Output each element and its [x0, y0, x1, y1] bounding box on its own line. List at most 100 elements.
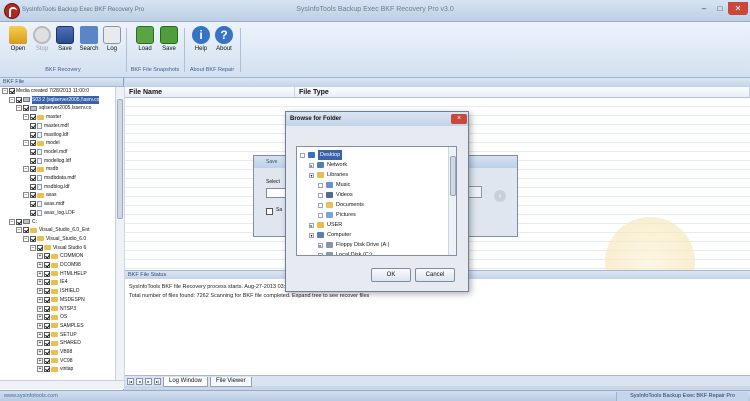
tree-checkbox[interactable] — [16, 96, 22, 103]
tree-node[interactable]: + SETUP — [37, 331, 77, 339]
tree-checkbox[interactable] — [30, 157, 36, 164]
tree-checkbox[interactable] — [30, 192, 36, 199]
tree-checkbox[interactable] — [44, 270, 50, 277]
tree-node[interactable]: mastlog.ldf — [30, 131, 68, 139]
folder-tree-item[interactable]: Music — [318, 180, 350, 190]
expand-toggle-icon[interactable]: + — [37, 366, 43, 373]
folder-tree-item[interactable]: Documents — [318, 200, 364, 210]
folder-tree-item[interactable]: Desktop — [300, 150, 343, 160]
tree-checkbox[interactable] — [30, 148, 36, 155]
tree-checkbox[interactable] — [44, 357, 50, 364]
folder-tree-item[interactable]: ▸ Network — [309, 160, 347, 170]
tree-checkbox[interactable] — [44, 279, 50, 286]
tree-checkbox[interactable] — [44, 314, 50, 321]
tree-checkbox[interactable] — [44, 322, 50, 329]
tree-node[interactable]: + IE4 — [37, 278, 68, 286]
expand-toggle-icon[interactable]: + — [37, 279, 43, 286]
expand-toggle-icon[interactable] — [318, 202, 323, 208]
tree-node[interactable]: + MSDESPN — [37, 296, 85, 304]
stop-button[interactable]: Stop — [30, 26, 54, 52]
tree-checkbox[interactable] — [44, 262, 50, 268]
tree-node[interactable]: msdblog.ldf — [30, 183, 70, 191]
expand-toggle-icon[interactable]: + — [37, 296, 43, 303]
expand-toggle-icon[interactable]: + — [37, 357, 43, 364]
tree-node[interactable]: + DCOM98 — [37, 261, 81, 269]
tree-checkbox[interactable] — [30, 166, 36, 173]
expand-toggle-icon[interactable]: − — [16, 105, 22, 112]
maximize-button[interactable]: □ — [712, 2, 728, 15]
prev-tab-button[interactable]: ◂ — [136, 378, 143, 385]
tree-checkbox[interactable] — [23, 227, 29, 234]
tree-node[interactable]: + vintap — [37, 365, 73, 373]
expand-toggle-icon[interactable]: − — [23, 192, 29, 199]
expand-toggle-icon[interactable]: − — [23, 166, 29, 173]
load-button[interactable]: Load — [133, 26, 157, 52]
tree-node[interactable]: + ISHIELD — [37, 287, 79, 295]
expand-toggle-icon[interactable]: ▾ — [309, 172, 314, 178]
expand-toggle-icon[interactable]: + — [37, 349, 43, 355]
tree-node[interactable]: master.mdf — [30, 122, 69, 130]
tree-node[interactable]: − Visual_Studio_6.0 — [23, 235, 86, 243]
tree-node[interactable]: model.mdf — [30, 148, 67, 156]
cancel-button[interactable]: Cancel — [415, 268, 455, 282]
next-tab-button[interactable]: ▸ — [145, 378, 152, 385]
expand-toggle-icon[interactable]: − — [23, 235, 29, 242]
tree-checkbox[interactable] — [30, 175, 36, 181]
tree-checkbox[interactable] — [44, 253, 50, 260]
expand-toggle-icon[interactable]: ▸ — [309, 162, 314, 168]
column-file-name[interactable]: File Name — [125, 87, 295, 97]
folder-tree-item[interactable]: ▸ Local Disk (C:) — [318, 250, 372, 255]
tree-node[interactable]: − model — [23, 139, 60, 147]
tree-node[interactable]: − axas — [23, 191, 57, 199]
tree-checkbox[interactable] — [44, 305, 50, 312]
expand-toggle-icon[interactable] — [318, 212, 323, 218]
tree-node[interactable]: axas.mdf — [30, 200, 64, 208]
expand-toggle-icon[interactable]: ▾ — [309, 232, 314, 238]
tree-checkbox[interactable] — [44, 340, 50, 347]
tree-node[interactable]: + VC98 — [37, 357, 73, 365]
tree-checkbox[interactable] — [30, 131, 36, 138]
tree-node[interactable]: modellog.ldf — [30, 157, 71, 165]
tree-node[interactable]: + VB98 — [37, 348, 72, 356]
tree-node[interactable]: − C: — [9, 218, 37, 226]
tree-node[interactable]: + SHARED — [37, 339, 81, 347]
tree-checkbox[interactable] — [44, 296, 50, 303]
folder-tree-item[interactable]: ▸ USER — [309, 220, 342, 230]
expand-toggle-icon[interactable]: + — [37, 305, 43, 312]
tree-horizontal-scrollbar[interactable] — [0, 380, 124, 389]
tree-node[interactable]: + OS — [37, 313, 67, 321]
tree-node[interactable]: − sqlserver2005,Isserv.co — [16, 104, 91, 112]
expand-toggle-icon[interactable]: − — [30, 244, 36, 251]
expand-toggle-icon[interactable] — [318, 182, 323, 188]
log-button[interactable]: Log — [100, 26, 124, 52]
browse-folder-button[interactable] — [468, 186, 482, 198]
expand-toggle-icon[interactable]: − — [23, 140, 29, 147]
folder-tree-item[interactable]: ▾ Libraries — [309, 170, 348, 180]
expand-toggle-icon[interactable]: + — [37, 270, 43, 277]
save-snapshot-button[interactable]: Save — [157, 26, 181, 52]
ok-button[interactable]: OK — [371, 268, 411, 282]
tree-node[interactable]: + HTMLHELP — [37, 270, 87, 278]
tree-checkbox[interactable] — [30, 235, 36, 242]
expand-toggle-icon[interactable]: + — [37, 262, 43, 268]
tree-checkbox[interactable] — [9, 88, 15, 94]
expand-toggle-icon[interactable]: ▸ — [309, 222, 314, 228]
scroll-thumb[interactable] — [117, 99, 123, 219]
expand-toggle-icon[interactable]: − — [9, 218, 15, 225]
tab-file-viewer[interactable]: File Viewer — [210, 377, 252, 387]
tree-checkbox[interactable] — [44, 349, 50, 355]
expand-toggle-icon[interactable]: − — [2, 88, 8, 94]
tree-checkbox[interactable] — [44, 366, 50, 373]
first-tab-button[interactable]: |◂ — [127, 378, 134, 385]
search-button[interactable]: Search — [77, 26, 101, 52]
expand-toggle-icon[interactable]: − — [23, 114, 29, 121]
expand-toggle-icon[interactable]: − — [16, 227, 22, 234]
scroll-thumb[interactable] — [450, 156, 456, 196]
tree-node[interactable]: − S03 2 (sqlserver2005,\\serv.co — [9, 95, 100, 104]
tree-node[interactable]: + SAMPLES — [37, 322, 84, 330]
expand-toggle-icon[interactable] — [300, 152, 305, 158]
folder-tree-item[interactable]: ▸ Floppy Disk Drive (A:) — [318, 240, 389, 250]
tree-node[interactable]: + COMMON — [37, 252, 83, 260]
expand-toggle-icon[interactable]: ▸ — [318, 242, 323, 248]
folder-tree-item[interactable]: Pictures — [318, 210, 356, 220]
